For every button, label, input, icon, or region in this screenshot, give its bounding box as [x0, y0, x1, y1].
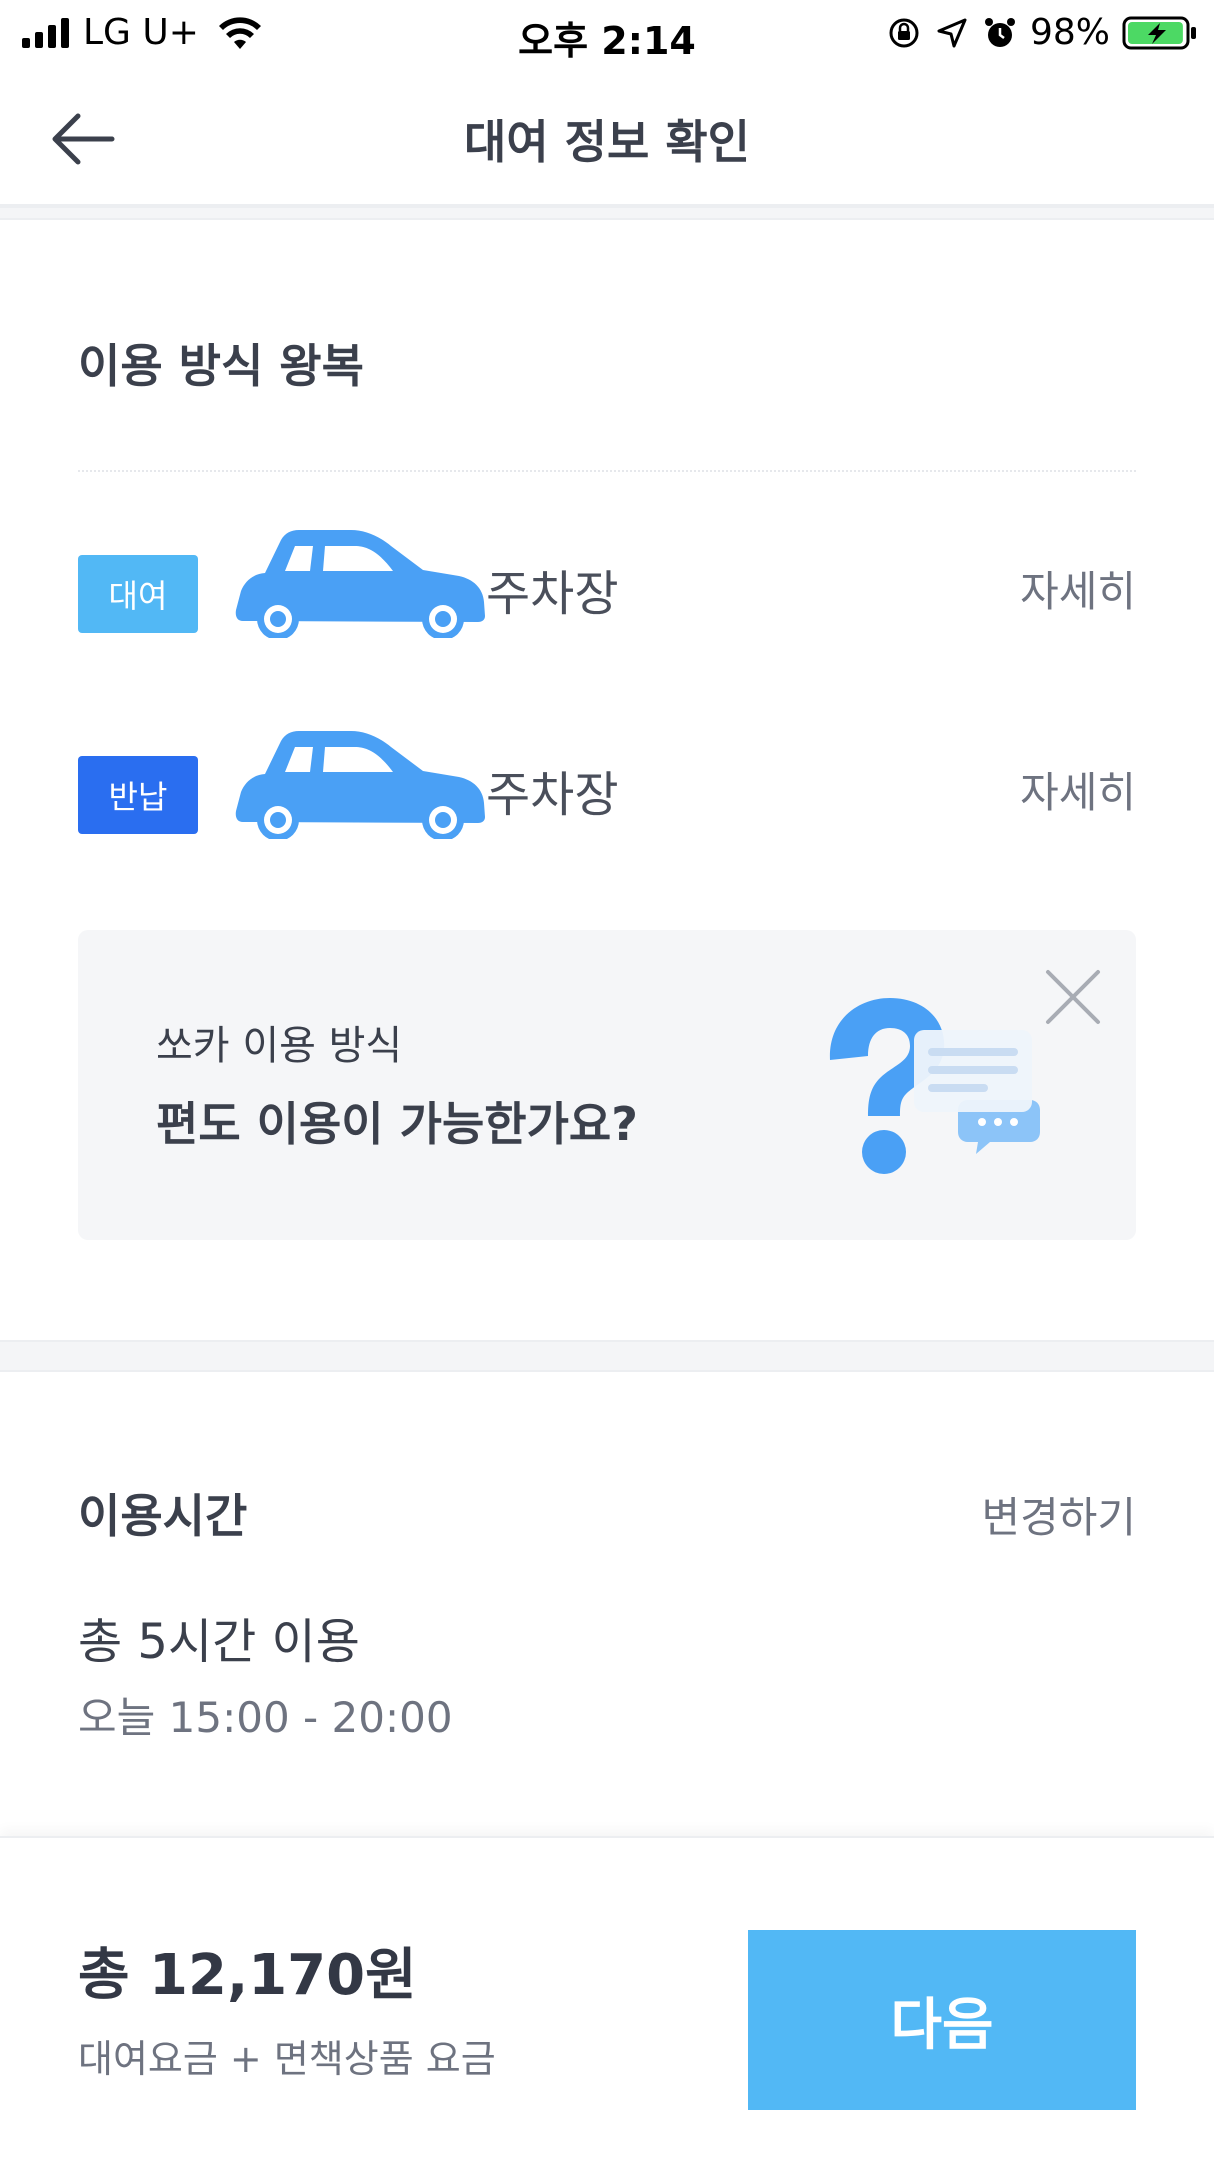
status-bar-right: 98% [886, 12, 1198, 53]
total-price: 총 12,170원 [78, 1943, 417, 2008]
change-time-link[interactable]: 변경하기 [981, 1484, 1136, 1545]
info-card-title: 편도 이용이 가능한가요? [156, 1097, 638, 1151]
route-row-rent: 대여 주차장 자세히 [78, 526, 1136, 638]
rent-badge: 대여 [78, 555, 198, 633]
car-icon [235, 731, 485, 839]
usage-time-title: 이용시간 [78, 1489, 248, 1543]
battery-percent: 98% [1029, 12, 1110, 53]
return-location: 주차장 [486, 767, 619, 823]
section-divider [0, 1340, 1214, 1372]
next-button[interactable]: 다음 [748, 1930, 1136, 2110]
header: 대여 정보 확인 [0, 66, 1214, 206]
info-card-subtitle: 쏘카 이용 방식 [156, 1023, 403, 1069]
page-title: 대여 정보 확인 [464, 115, 750, 169]
dotted-divider [78, 470, 1136, 472]
return-detail-link[interactable]: 자세히 [1020, 759, 1136, 820]
question-chat-illustration [829, 998, 1040, 1174]
alarm-icon [984, 17, 1015, 47]
battery-charging-icon [1122, 16, 1196, 49]
car-icon [235, 530, 485, 638]
orientation-lock-icon [889, 18, 919, 47]
rent-detail-link[interactable]: 자세히 [1020, 558, 1136, 619]
location-arrow-icon [937, 18, 967, 47]
status-bar: LG U+ 오후 2:14 98% [0, 0, 1214, 66]
rent-location: 주차장 [486, 566, 619, 622]
route-row-return: 반납 주차장 자세히 [78, 727, 1136, 839]
close-icon[interactable] [1040, 964, 1106, 1030]
section-divider [0, 206, 1214, 220]
return-badge: 반납 [78, 756, 198, 834]
bottom-bar: 총 12,170원 대여요금 + 면책상품 요금 다음 [0, 1836, 1214, 2160]
one-way-info-card[interactable]: 쏘카 이용 방식 편도 이용이 가능한가요? [78, 930, 1136, 1240]
usage-total: 총 5시간 이용 [78, 1614, 360, 1670]
price-description: 대여요금 + 면책상품 요금 [78, 2037, 496, 2081]
usage-time-range: 오늘 15:00 - 20:00 [78, 1693, 453, 1742]
usage-method-title: 이용 방식 왕복 [78, 339, 364, 393]
